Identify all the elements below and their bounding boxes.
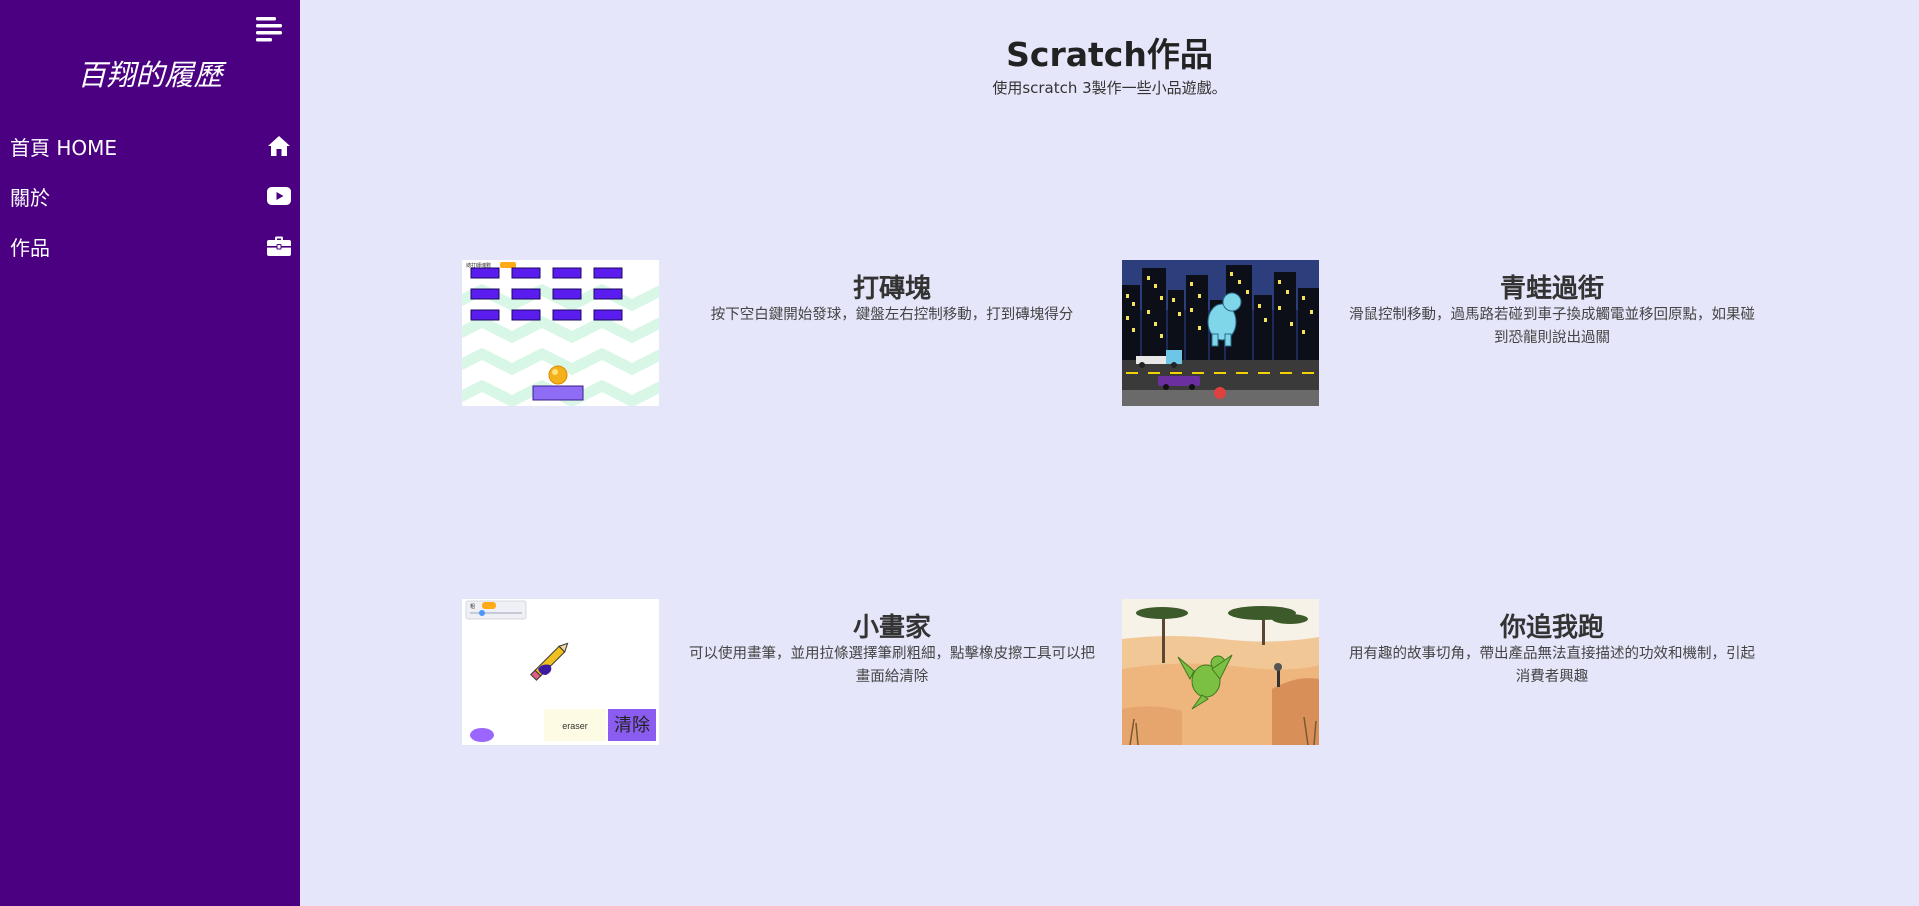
breakout-thumbnail[interactable]: 總打磚塊數 bbox=[462, 260, 659, 406]
project-card-frogger: 青蛙過街 滑鼠控制移動，過馬路若碰到車子換成觸電並移回原點，如果碰到恐龍則說出過… bbox=[1122, 260, 1782, 410]
card-description: 按下空白鍵開始發球，鍵盤左右控制移動，打到磚塊得分 bbox=[710, 307, 1074, 323]
frogger-thumbnail[interactable] bbox=[1122, 260, 1319, 406]
card-title: 打磚塊 bbox=[852, 274, 931, 304]
project-card-paint: 粗 eraser 清除 小畫家 可以使用畫筆，並用拉條選擇筆刷粗細，點擊橡皮擦工… bbox=[462, 599, 1122, 749]
project-card-breakout: 總打磚塊數 打磚塊 按下空白鍵開始發球，鍵盤左右控制移動，打到磚塊得分 bbox=[462, 260, 1122, 410]
card-title: 你追我跑 bbox=[1499, 613, 1604, 643]
card-title: 青蛙過街 bbox=[1499, 274, 1604, 304]
chase-thumbnail[interactable] bbox=[1122, 599, 1319, 745]
project-card-chase: 你追我跑 用有趣的故事切角，帶出產品無法直接描述的功效和機制，引起消費者興趣 bbox=[1122, 599, 1782, 749]
card-description: 滑鼠控制移動，過馬路若碰到車子換成觸電並移回原點，如果碰到恐龍則說出過關 bbox=[1349, 307, 1755, 346]
nav-item-about[interactable]: 關於 bbox=[0, 174, 300, 218]
eraser-label: eraser bbox=[562, 721, 588, 731]
nav-item-works[interactable]: 作品 bbox=[0, 224, 300, 268]
sidebar: 百翔的履歷 首頁 HOME 關於 作品 bbox=[0, 0, 300, 906]
home-icon bbox=[266, 133, 292, 159]
nav-item-label: 首頁 HOME bbox=[10, 135, 118, 160]
card-title: 小畫家 bbox=[852, 613, 931, 643]
svg-text:粗: 粗 bbox=[470, 603, 475, 610]
paint-thumbnail[interactable]: 粗 eraser 清除 bbox=[462, 599, 659, 745]
briefcase-icon bbox=[266, 233, 292, 259]
brand-title[interactable]: 百翔的履歷 bbox=[0, 52, 300, 94]
page-title: Scratch作品 bbox=[1006, 35, 1213, 74]
clear-label: 清除 bbox=[614, 715, 650, 736]
nav-item-label: 作品 bbox=[10, 235, 50, 260]
card-description: 用有趣的故事切角，帶出產品無法直接描述的功效和機制，引起消費者興趣 bbox=[1349, 646, 1755, 685]
menu-toggle-icon[interactable] bbox=[254, 14, 284, 42]
youtube-icon bbox=[266, 183, 292, 209]
card-description: 可以使用畫筆，並用拉條選擇筆刷粗細，點擊橡皮擦工具可以把畫面給清除 bbox=[689, 646, 1095, 685]
nav-item-home[interactable]: 首頁 HOME bbox=[0, 124, 300, 168]
nav-item-label: 關於 bbox=[10, 185, 50, 210]
page-subtitle: 使用scratch 3製作一些小品遊戲。 bbox=[992, 79, 1227, 97]
